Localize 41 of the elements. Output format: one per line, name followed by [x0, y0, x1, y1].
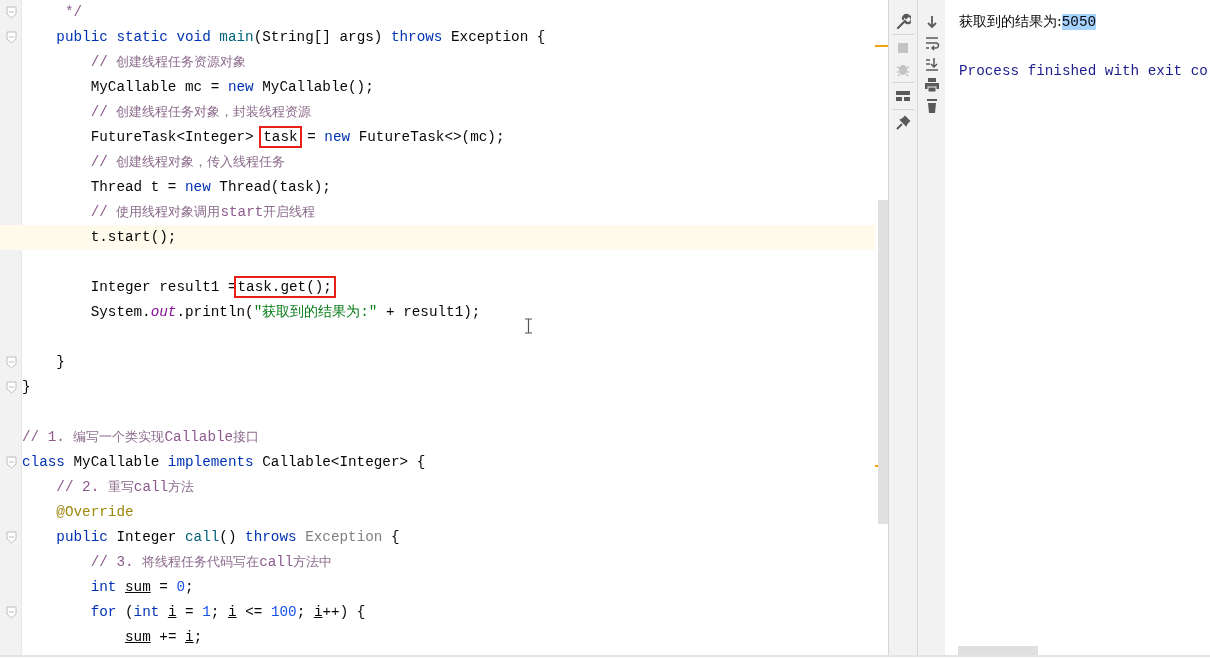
code-line: t.start();	[89, 227, 177, 247]
code-line: MyCallable mc = new MyCallable();	[89, 77, 374, 97]
code-line: public static void main(String[] args) throws Exception {	[55, 27, 546, 47]
wrench-icon[interactable]	[895, 13, 911, 29]
text-cursor-icon	[524, 317, 533, 334]
code-line: int sum = 0;	[89, 577, 194, 597]
code-line: // 1. 编写一个类实现Callable接口	[22, 427, 260, 447]
code-line: }	[22, 377, 31, 397]
scroll-to-end-icon[interactable]	[923, 56, 940, 72]
code-line: // 创建线程任务对象，封装线程资源	[89, 102, 312, 122]
code-line: // 2. 重写call方法	[55, 477, 195, 497]
code-line: @Override	[55, 502, 134, 522]
code-line: // 使用线程对象调用 start开启线程	[89, 202, 316, 222]
fold-icon[interactable]	[5, 456, 17, 469]
code-line: */	[63, 2, 83, 22]
pin-icon[interactable]	[895, 115, 911, 131]
printer-icon[interactable]	[923, 77, 940, 93]
console-output-line: 获取到的结果为:5050	[959, 12, 1098, 32]
scrollbar-thumb[interactable]	[878, 200, 888, 524]
code-line: FutureTask<Integer> task = new FutureTask<>(mc);	[22, 126, 505, 149]
fold-icon[interactable]	[5, 6, 17, 19]
fold-icon[interactable]	[5, 531, 17, 544]
warning-marker[interactable]	[875, 45, 888, 47]
fold-icon[interactable]	[5, 381, 17, 394]
code-line: }	[55, 352, 65, 372]
fold-icon[interactable]	[5, 606, 17, 619]
code-line: public Integer call() throws Exception {	[55, 527, 400, 547]
fold-icon[interactable]	[5, 356, 17, 369]
process-finished-message: Process finished with exit co	[959, 62, 1209, 81]
code-line: // 3. 将线程任务代码写在call方法中	[89, 552, 333, 572]
layout-icon[interactable]	[895, 88, 911, 104]
code-line: Thread t = new Thread(task);	[89, 177, 331, 197]
code-line: class MyCallable implements Callable<Integer> {	[22, 452, 426, 472]
code-line: System.out.println("获取到的结果为:" + result1);	[89, 302, 481, 322]
wrap-icon[interactable]	[923, 35, 940, 51]
fold-icon[interactable]	[5, 31, 17, 44]
code-line: sum += i;	[123, 627, 203, 647]
horizontal-scrollbar[interactable]	[958, 646, 1038, 655]
code-line: // 创建线程对象，传入线程任务	[89, 152, 286, 172]
code-line: // 创建线程任务资源对象	[89, 52, 247, 72]
code-line: for (int i = 1; i <= 100; i++) {	[89, 602, 366, 622]
